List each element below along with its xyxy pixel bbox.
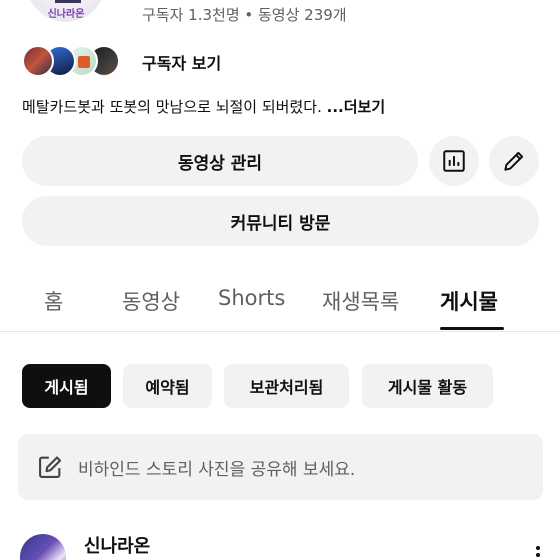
tab-shorts[interactable]: Shorts [218, 286, 285, 310]
channel-description[interactable]: 메탈카드봇과 또봇의 맛남으로 뇌절이 되버렸다. ...더보기 [22, 96, 385, 117]
tab-playlists[interactable]: 재생목록 [322, 286, 399, 316]
channel-stats: 구독자 1.3천명 • 동영상 239개 [142, 6, 347, 24]
edit-square-icon [39, 456, 62, 478]
subscriber-avatars[interactable] [22, 44, 120, 78]
avatar-logo-text: 신나라온 [47, 9, 85, 20]
post-author-name[interactable]: 신나라온 [84, 532, 150, 558]
description-more-link[interactable]: ...더보기 [327, 98, 386, 116]
avatar-illustration [55, 0, 81, 3]
manage-videos-button[interactable]: 동영상 관리 [22, 136, 418, 186]
tab-posts[interactable]: 게시물 [440, 286, 498, 316]
description-text: 메탈카드봇과 또봇의 맛남으로 뇌절이 되버렸다. [22, 98, 327, 116]
kebab-dot [536, 553, 540, 557]
kebab-dot [536, 546, 540, 550]
filter-chip-archived[interactable]: 보관처리됨 [224, 364, 349, 408]
post-author-avatar[interactable] [20, 534, 66, 560]
tab-home[interactable]: 홈 [44, 286, 63, 316]
channel-avatar[interactable]: 신나라온 [26, 0, 106, 22]
analytics-button[interactable] [429, 136, 479, 186]
pencil-icon [504, 151, 524, 171]
bar-chart-icon [443, 150, 465, 172]
visit-community-button[interactable]: 커뮤니티 방문 [22, 196, 539, 246]
tab-videos[interactable]: 동영상 [122, 286, 180, 316]
filter-chip-scheduled[interactable]: 예약됨 [123, 364, 212, 408]
more-vert-icon[interactable] [532, 546, 544, 560]
channel-tabs: 홈 동영상 Shorts 재생목록 게시물 [0, 270, 560, 332]
story-prompt-text: 비하인드 스토리 사진을 공유해 보세요. [78, 459, 356, 480]
filter-chip-published[interactable]: 게시됨 [22, 364, 111, 408]
story-prompt-box[interactable]: 비하인드 스토리 사진을 공유해 보세요. [18, 434, 543, 500]
view-subscribers-link[interactable]: 구독자 보기 [142, 50, 221, 74]
edit-channel-button[interactable] [489, 136, 539, 186]
filter-chip-post-activity[interactable]: 게시물 활동 [362, 364, 493, 408]
active-tab-indicator [440, 327, 504, 330]
subscriber-avatar [22, 45, 54, 77]
